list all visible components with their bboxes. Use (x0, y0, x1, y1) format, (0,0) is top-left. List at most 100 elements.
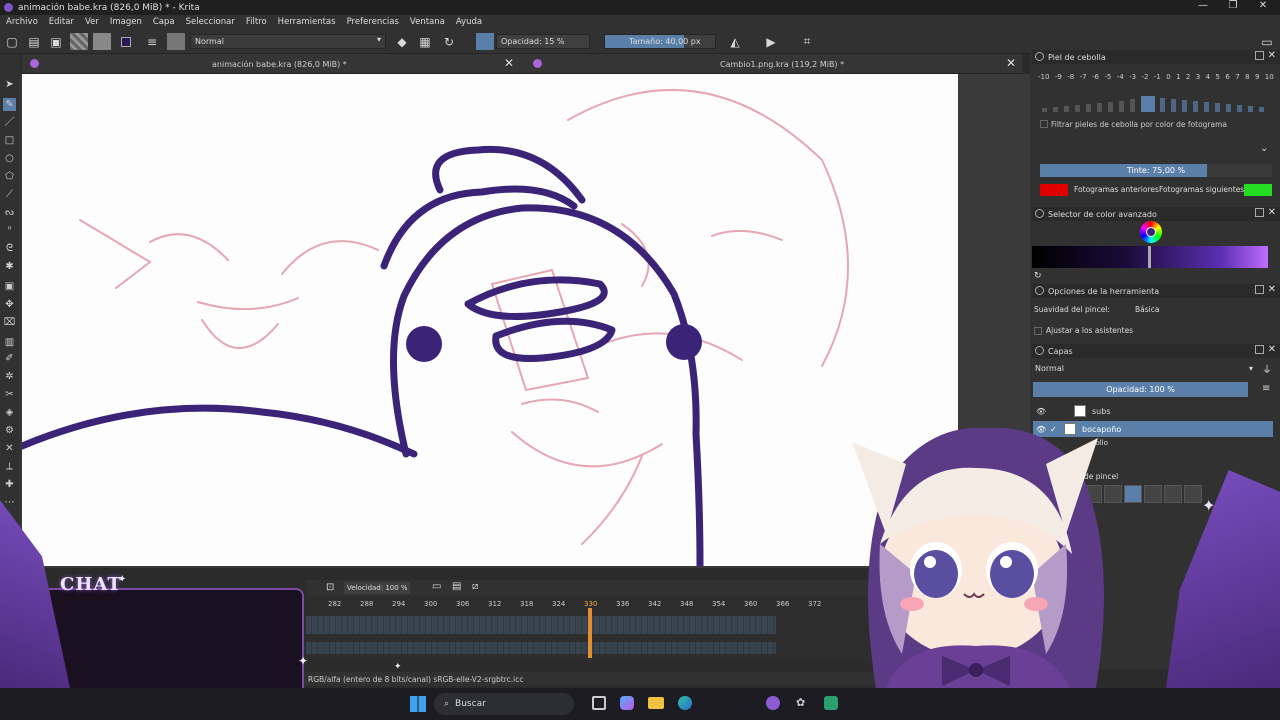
zoom-tool-icon[interactable]: ⚙ (3, 424, 16, 437)
onion-tick[interactable]: -9 (1055, 73, 1062, 85)
onion-tick[interactable]: 6 (1225, 73, 1229, 85)
onion-tick[interactable]: 1 (1176, 73, 1180, 85)
ellipse-tool-icon[interactable]: ○ (3, 152, 16, 165)
brush-preset[interactable] (1144, 485, 1162, 503)
frame-number[interactable]: 306 (456, 600, 469, 608)
onion-filter-row[interactable]: Filtrar pieles de cebolla por color de f… (1040, 118, 1276, 130)
close-docker-icon[interactable]: ✕ (1268, 344, 1276, 355)
checkbox-icon[interactable] (1040, 120, 1048, 128)
menu-herramientas[interactable]: Herramientas (272, 17, 341, 27)
keyframe-icon[interactable]: ⊡ (326, 582, 334, 593)
onion-tick[interactable]: -4 (1117, 73, 1124, 85)
multibrush-icon[interactable]: ✱ (3, 260, 16, 273)
onion-tick[interactable]: 3 (1196, 73, 1200, 85)
polygon-tool-icon[interactable]: ⬠ (3, 170, 16, 183)
frame-number[interactable]: 360 (744, 600, 757, 608)
close-tab-icon[interactable]: ✕ (504, 56, 514, 70)
onion-tick[interactable]: 4 (1206, 73, 1210, 85)
menu-imagen[interactable]: Imagen (104, 17, 147, 27)
audio-icon[interactable]: ▤ (452, 581, 461, 592)
drawing-canvas[interactable] (22, 74, 958, 566)
frame-number[interactable]: 300 (424, 600, 437, 608)
size-slider[interactable]: Tamaño: 40,00 px (604, 34, 716, 49)
onion-tick[interactable]: 5 (1216, 73, 1220, 85)
crop-frame-icon[interactable]: ▣ (3, 280, 16, 293)
brush-preset[interactable] (1164, 485, 1182, 503)
onion-tick[interactable]: 2 (1186, 73, 1190, 85)
brush-preset-icon[interactable] (167, 33, 185, 50)
eraser-icon[interactable]: ◆ (393, 33, 411, 50)
menu-seleccionar[interactable]: Seleccionar (180, 17, 240, 27)
onion-tick[interactable]: -2 (1141, 73, 1148, 85)
file-explorer-icon[interactable] (648, 697, 664, 709)
close-docker-icon[interactable]: ✕ (1268, 284, 1276, 295)
onion-tick[interactable]: 8 (1245, 73, 1249, 85)
frame-number[interactable]: 336 (616, 600, 629, 608)
onion-tick[interactable]: 10 (1265, 73, 1274, 85)
onion-tick[interactable]: -6 (1092, 73, 1099, 85)
frame-number[interactable]: 294 (392, 600, 405, 608)
freehand-path-icon[interactable]: ᐢ (3, 224, 16, 237)
frame-number[interactable]: 288 (360, 600, 373, 608)
frame-number[interactable]: 324 (552, 600, 565, 608)
onion-tick[interactable]: -5 (1104, 73, 1111, 85)
blend-mode-select[interactable]: Normal ▾ (190, 34, 386, 49)
gradient-tool-icon[interactable]: ▥ (3, 336, 16, 349)
smoothing-select[interactable]: Básica (1132, 303, 1274, 316)
layer-opacity-slider[interactable]: Opacidad: 100 % (1033, 382, 1248, 397)
taskbar-search[interactable]: ⌕ Buscar (434, 693, 574, 715)
edge-icon[interactable] (678, 696, 692, 710)
frame-number[interactable]: 366 (776, 600, 789, 608)
move-tool-icon[interactable]: ✥ (3, 298, 16, 311)
frame-number[interactable]: 354 (712, 600, 725, 608)
layer-row[interactable]: 👁 subs (1033, 403, 1273, 419)
next-frames-color[interactable] (1244, 184, 1272, 196)
onion-tick[interactable]: 9 (1255, 73, 1259, 85)
timeline-track[interactable] (306, 642, 776, 654)
freehand-brush-icon[interactable]: ✎ (3, 98, 16, 111)
line-tool-icon[interactable]: ／ (3, 116, 16, 129)
previous-frames-color[interactable] (1040, 184, 1068, 196)
pattern-swatch[interactable] (93, 33, 111, 50)
filter-icon[interactable]: ⏚ (1262, 361, 1272, 376)
brush-preset-selected[interactable] (1124, 485, 1142, 503)
close-docker-icon[interactable]: ✕ (1268, 207, 1276, 218)
layer-blend-select[interactable]: Normal ▾ (1033, 362, 1255, 375)
task-view-icon[interactable] (592, 696, 606, 710)
settings-icon[interactable]: ⧄ (472, 581, 478, 592)
onion-tick[interactable]: -1 (1154, 73, 1161, 85)
smart-patch-icon[interactable]: ✲ (3, 370, 16, 383)
frame-number-current[interactable]: 330 (584, 600, 597, 608)
polyline-tool-icon[interactable]: ⟋ (3, 188, 16, 201)
layer-menu-icon[interactable]: ≡ (1262, 383, 1270, 394)
brush-preset[interactable] (1184, 485, 1202, 503)
maximize-button[interactable]: ❐ (1216, 0, 1250, 15)
onion-tick[interactable]: 7 (1235, 73, 1239, 85)
onion-tick[interactable]: 0 (1166, 73, 1170, 85)
reference-tool-icon[interactable]: ✚ (3, 478, 16, 491)
float-docker-icon[interactable] (1255, 208, 1264, 217)
timeline-track[interactable] (306, 616, 776, 634)
layers-view-icon[interactable]: ▭ (432, 581, 441, 592)
frame-number[interactable]: 318 (520, 600, 533, 608)
rectangle-tool-icon[interactable]: □ (3, 134, 16, 147)
transform-pointer-icon[interactable]: ➤ (3, 78, 16, 91)
gradient-swatch[interactable] (70, 33, 88, 50)
reload-preset-icon[interactable]: ↻ (440, 33, 458, 50)
brush-settings-icon[interactable]: ≡ (143, 33, 161, 50)
frame-number[interactable]: 372 (808, 600, 821, 608)
fill-tool-icon[interactable]: ◈ (3, 406, 16, 419)
float-docker-icon[interactable] (1255, 345, 1264, 354)
playhead[interactable] (588, 608, 592, 658)
onion-tick[interactable]: -3 (1129, 73, 1136, 85)
tab-cambio1[interactable]: Cambio1.png.kra (119,2 MiB) * (720, 54, 844, 74)
frame-number[interactable]: 348 (680, 600, 693, 608)
app-taskbar-icon[interactable] (824, 696, 838, 710)
frame-number[interactable]: 342 (648, 600, 661, 608)
minimize-button[interactable]: — (1186, 0, 1220, 15)
menu-archivo[interactable]: Archivo (0, 17, 43, 27)
menu-ayuda[interactable]: Ayuda (450, 17, 487, 27)
assistant-tool-icon[interactable]: ✂ (3, 388, 16, 401)
fg-bg-color-icon[interactable] (117, 33, 135, 50)
checkbox-icon[interactable] (1034, 326, 1042, 335)
